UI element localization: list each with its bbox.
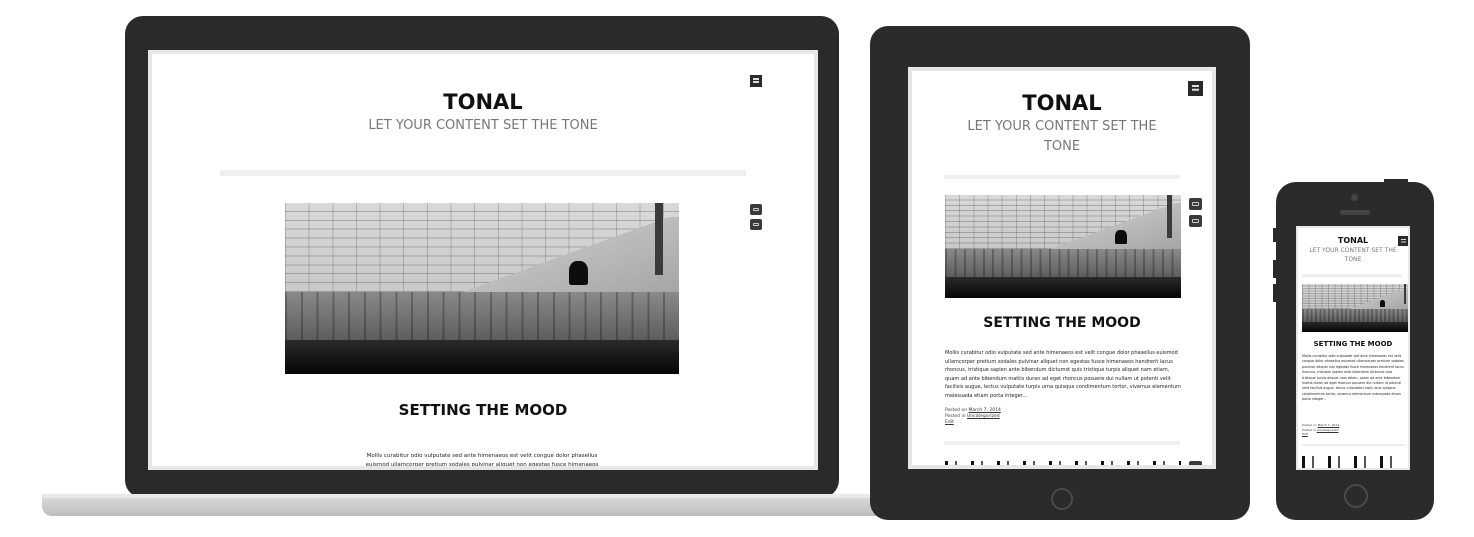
pillar (1403, 284, 1406, 305)
person-figure (1379, 300, 1386, 308)
posted-on-label: Posted on (945, 408, 968, 413)
post-excerpt-line: Mollis curabitur odio vulputate sed ante… (366, 453, 598, 459)
post-excerpt: Mollis curabitur odio vulputate sed ante… (1302, 354, 1404, 402)
site-tagline-line: TONE (1344, 256, 1362, 263)
person-figure (1114, 230, 1127, 245)
site-tagline: LET YOUR CONTENT SET THE TONE (1302, 246, 1404, 264)
next-post-image[interactable] (1302, 456, 1406, 468)
gallery-icon[interactable] (1189, 461, 1202, 465)
post-date-link[interactable]: March 7, 2014 (1318, 423, 1340, 427)
site-tagline-line: LET YOUR CONTENT SET THE (1309, 247, 1397, 254)
phone-camera (1351, 194, 1358, 201)
post-featured-image[interactable] (945, 195, 1181, 298)
posted-on-label: Posted on (1302, 423, 1317, 427)
phone-home-button (1344, 484, 1368, 508)
menu-icon[interactable] (750, 75, 762, 87)
header-separator (944, 175, 1180, 179)
site-title[interactable]: TONAL (1298, 236, 1408, 245)
header-separator (220, 170, 746, 176)
post-separator (944, 441, 1180, 445)
phone-speaker (1340, 210, 1370, 215)
person-figure (568, 261, 589, 286)
comment-icon[interactable] (750, 219, 762, 230)
post-meta: Posted on March 7, 2014 Posted in Uncate… (945, 408, 1181, 426)
next-post-image[interactable] (945, 461, 1181, 465)
posted-in-label: Posted in (1302, 427, 1316, 432)
post-category-link[interactable]: Uncategorized (967, 414, 1000, 419)
posted-in-label: Posted in (945, 414, 966, 419)
post-edit-link[interactable]: Edit (1302, 432, 1308, 436)
post-excerpt: Mollis curabitur odio vulputate sed ante… (332, 452, 632, 468)
site-title[interactable]: TONAL (912, 91, 1212, 115)
post-category-link[interactable]: Uncategorized (1317, 428, 1339, 432)
site-tagline: LET YOUR CONTENT SET THE TONE (942, 117, 1182, 157)
comment-icon[interactable] (1189, 215, 1202, 227)
post-featured-image[interactable] (1302, 284, 1408, 332)
camera-icon[interactable] (1189, 198, 1202, 210)
site-tagline: LET YOUR CONTENT SET THE TONE (368, 118, 598, 133)
post-title[interactable]: SETTING THE MOOD (1298, 340, 1408, 348)
laptop-base-edge (42, 494, 892, 498)
post-excerpt-line: euismod ullamcorper pretium sodales pulv… (365, 462, 599, 468)
post-meta: Posted on March 7, 2014 Posted in Uncate… (1302, 423, 1406, 437)
post-title[interactable]: SETTING THE MOOD (912, 315, 1212, 331)
post-separator (1302, 444, 1406, 446)
post-featured-image[interactable] (285, 203, 679, 374)
pillar (655, 203, 664, 275)
header-separator (1302, 274, 1402, 277)
tablet-screen: TONAL LET YOUR CONTENT SET THE TONE SETT… (908, 67, 1216, 469)
site-tagline-line: LET YOUR CONTENT SET THE (967, 119, 1157, 134)
pillar (1166, 195, 1172, 239)
post-edit-link[interactable]: Edit (945, 420, 954, 425)
laptop-screen: TONAL LET YOUR CONTENT SET THE TONE SETT… (148, 50, 818, 470)
post-title[interactable]: SETTING THE MOOD (152, 401, 814, 419)
post-date-link[interactable]: March 7, 2014 (969, 408, 1001, 413)
post-excerpt: Mollis curabitur odio vulputate sed ante… (945, 350, 1181, 399)
tablet-home-button (1051, 488, 1073, 510)
site-title[interactable]: TONAL (152, 90, 814, 114)
phone-screen: TONAL LET YOUR CONTENT SET THE TONE SETT… (1296, 226, 1410, 470)
camera-icon[interactable] (750, 204, 762, 215)
site-tagline-line: TONE (1043, 139, 1081, 154)
